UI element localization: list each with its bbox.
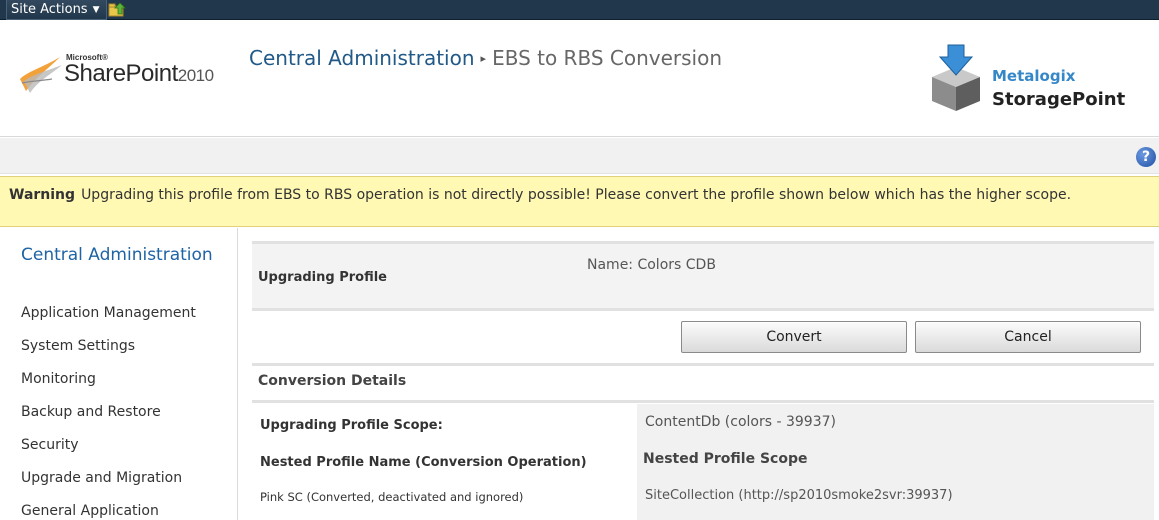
section-divider xyxy=(252,400,1154,403)
breadcrumb-separator-icon: ▸ xyxy=(480,52,487,65)
top-ribbon: Site Actions ▼ xyxy=(0,0,1159,20)
page-title: EBS to RBS Conversion xyxy=(492,46,723,70)
warning-label: Warning xyxy=(9,187,76,203)
warning-message: Upgrading this profile from EBS to RBS o… xyxy=(81,187,1072,203)
sharepoint-logo[interactable]: Microsoft® SharePoint2010 xyxy=(18,49,233,109)
help-bar: ? xyxy=(0,138,1159,174)
sharepoint-swoosh-icon xyxy=(20,57,62,93)
breadcrumb: Central Administration ▸ EBS to RBS Conver… xyxy=(249,46,722,70)
navigate-up-icon[interactable] xyxy=(108,3,126,17)
site-actions-menu[interactable]: Site Actions ▼ xyxy=(6,0,107,20)
main-content: Upgrading Profile Name: Colors CDB Conve… xyxy=(238,228,1159,520)
storagepoint-box-icon xyxy=(932,44,980,111)
nav-item-system-settings[interactable]: System Settings xyxy=(21,338,135,354)
product-year: 2010 xyxy=(177,66,214,85)
nav-central-administration[interactable]: Central Administration xyxy=(21,246,221,265)
section-divider xyxy=(252,308,1154,311)
sharepoint-wordmark: SharePoint2010 xyxy=(64,60,214,88)
breadcrumb-central-administration[interactable]: Central Administration xyxy=(249,46,475,70)
upgrading-profile-scope-value: ContentDb (colors - 39937) xyxy=(645,414,836,430)
left-navigation: Central Administration Application Manag… xyxy=(0,228,238,520)
nav-item-monitoring[interactable]: Monitoring xyxy=(21,371,96,387)
nav-item-backup-and-restore[interactable]: Backup and Restore xyxy=(21,404,161,420)
conversion-details-table: Upgrading Profile Scope: ContentDb (colo… xyxy=(252,404,1154,520)
upgrading-profile-value: Name: Colors CDB xyxy=(587,257,716,273)
nested-profile-scope-header: Nested Profile Scope xyxy=(643,451,808,467)
cancel-button[interactable]: Cancel xyxy=(915,321,1141,353)
upgrading-profile-label: Upgrading Profile xyxy=(258,270,387,285)
convert-button[interactable]: Convert xyxy=(681,321,907,353)
nested-profile-name-value: Pink SC (Converted, deactivated and igno… xyxy=(260,490,524,504)
warning-banner: Warning Upgrading this profile from EBS t… xyxy=(0,176,1159,227)
nav-item-general-application[interactable]: General Application xyxy=(21,503,159,519)
nav-item-upgrade-and-migration[interactable]: Upgrade and Migration xyxy=(21,470,182,486)
storagepoint-wordmark: StoragePoint xyxy=(992,89,1126,110)
page-header: Microsoft® SharePoint2010 Central Admini… xyxy=(0,21,1159,137)
nav-item-application-management[interactable]: Application Management xyxy=(21,305,196,321)
nav-item-security[interactable]: Security xyxy=(21,437,79,453)
nested-profile-name-header: Nested Profile Name (Conversion Operatio… xyxy=(260,455,587,470)
chevron-down-icon: ▼ xyxy=(92,5,100,15)
metalogix-logo: Metalogix StoragePoint xyxy=(924,44,1144,125)
conversion-details-heading: Conversion Details xyxy=(258,373,407,389)
section-divider xyxy=(252,363,1154,366)
upgrading-profile-row: Upgrading Profile Name: Colors CDB xyxy=(252,244,1154,308)
upgrading-profile-scope-label: Upgrading Profile Scope: xyxy=(260,418,443,433)
nested-profile-scope-value: SiteCollection (http://sp2010smoke2svr:3… xyxy=(645,488,953,503)
product-name: SharePoint xyxy=(64,60,178,87)
metalogix-wordmark: Metalogix xyxy=(992,67,1076,85)
help-icon[interactable]: ? xyxy=(1136,147,1156,167)
site-actions-label: Site Actions xyxy=(11,2,88,17)
